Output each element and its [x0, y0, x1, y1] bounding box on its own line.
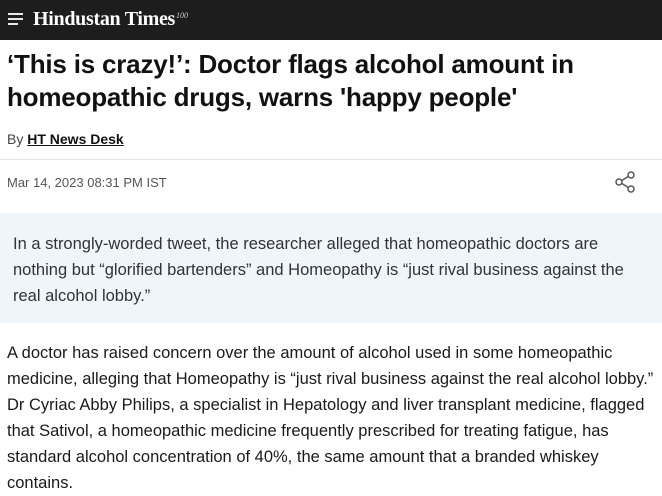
article-body-paragraph: A doctor has raised concern over the amo… [7, 344, 654, 492]
share-icon[interactable] [613, 170, 637, 194]
article-summary: In a strongly-worded tweet, the research… [13, 235, 624, 305]
divider [0, 159, 662, 160]
hamburger-menu-icon[interactable] [8, 13, 23, 25]
article-summary-box: In a strongly-worded tweet, the research… [0, 213, 662, 323]
author-link[interactable]: HT News Desk [27, 131, 123, 147]
site-logo[interactable]: Hindustan Times [33, 5, 175, 33]
article-byline: By HT News Desk [7, 130, 124, 148]
article-headline: ‘This is crazy!’: Doctor flags alcohol a… [7, 49, 574, 112]
top-navigation-bar: Hindustan Times 100 [0, 0, 662, 40]
logo-anniversary-badge: 100 [176, 11, 188, 20]
byline-prefix: By [7, 131, 24, 147]
publish-date: Mar 14, 2023 08:31 PM IST [7, 175, 167, 190]
